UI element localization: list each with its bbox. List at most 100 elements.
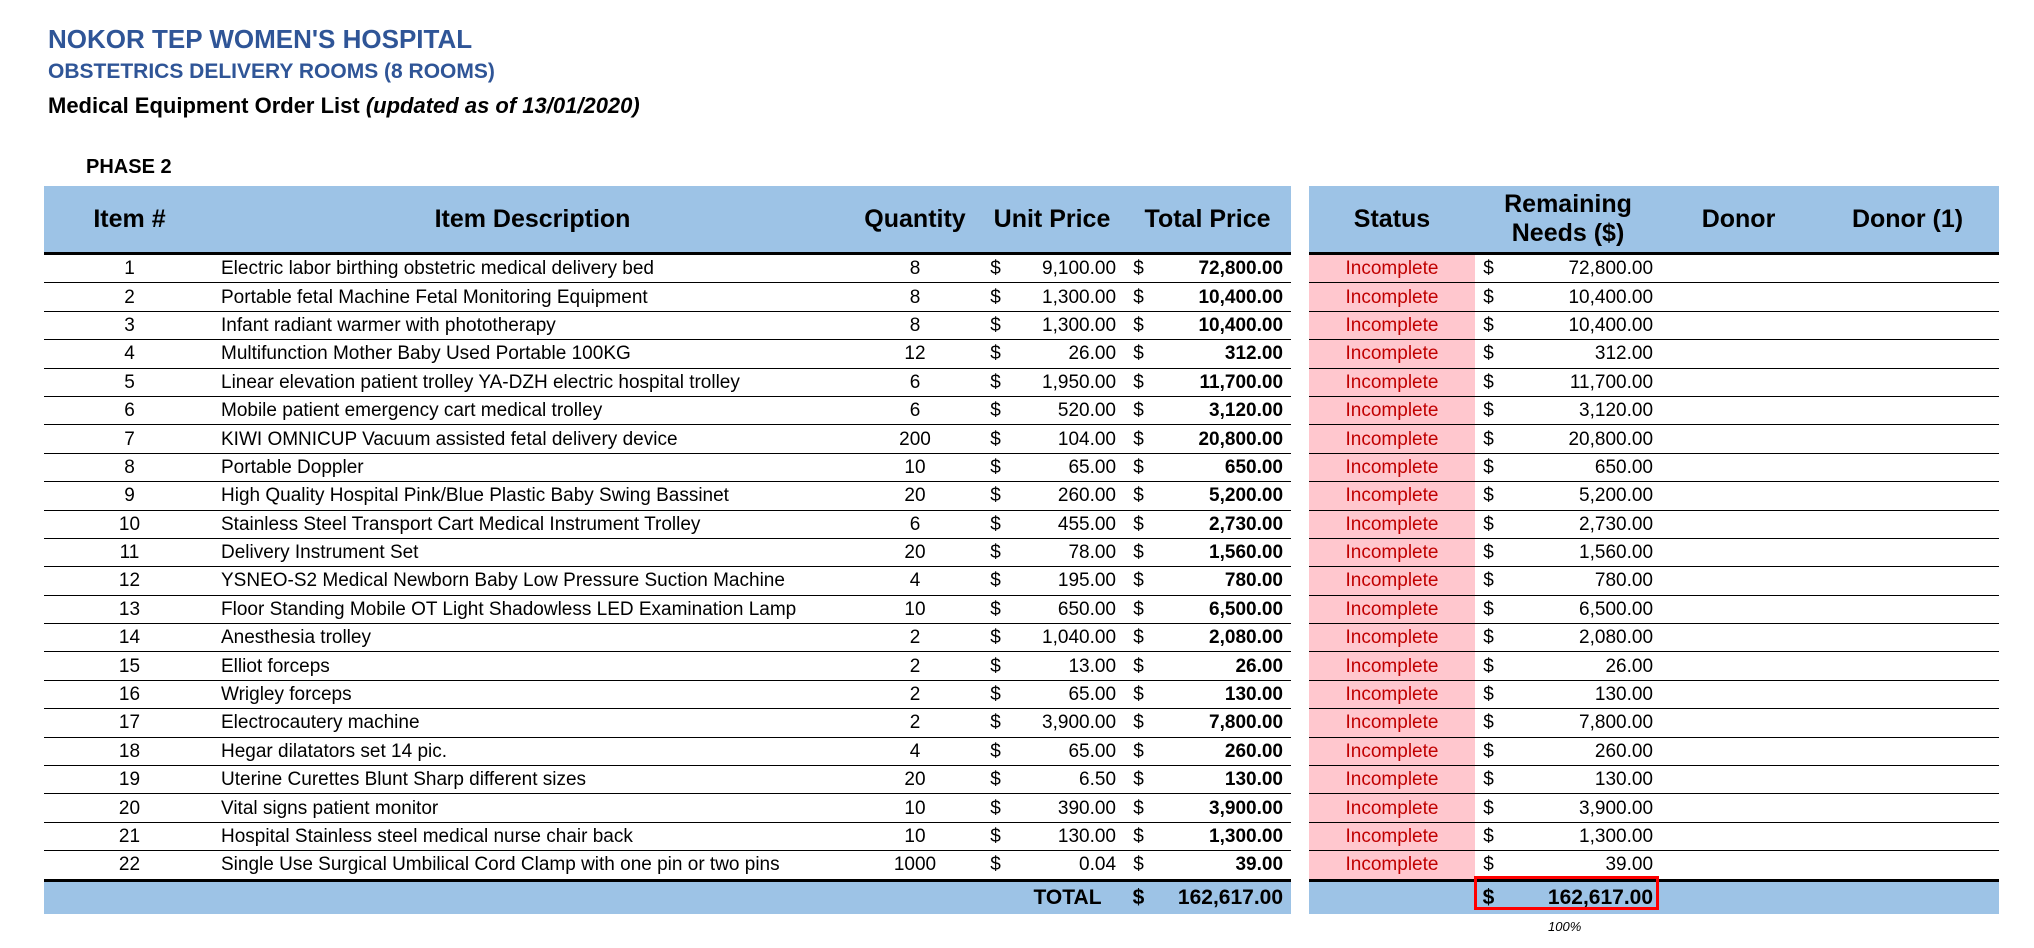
status-badge: Incomplete xyxy=(1309,737,1475,767)
total-price: 72,800.00 xyxy=(1153,253,1292,284)
item-quantity: 8 xyxy=(850,311,980,341)
donor-cell xyxy=(1661,566,1817,596)
remaining-currency: $ xyxy=(1475,253,1502,284)
order-total-row: TOTAL $ 162,617.00 xyxy=(44,878,1292,914)
donor1-cell xyxy=(1816,538,2000,568)
status-badge: Incomplete xyxy=(1309,368,1475,397)
total-currency: $ xyxy=(1124,680,1154,710)
remaining-currency: $ xyxy=(1475,822,1502,852)
unit-price: 130.00 xyxy=(1011,822,1125,852)
remaining-needs: 2,080.00 xyxy=(1502,623,1662,653)
total-currency: $ xyxy=(1124,481,1154,511)
status-row: Incomplete $2,080.00 xyxy=(1309,623,2000,653)
item-quantity: 2 xyxy=(850,651,980,681)
item-number: 13 xyxy=(44,595,215,625)
status-badge: Incomplete xyxy=(1309,708,1475,738)
donor1-cell xyxy=(1816,481,2000,511)
col-remaining-needs: Remaining Needs ($) xyxy=(1475,186,1662,255)
col-quantity: Quantity xyxy=(850,186,980,255)
donor1-cell xyxy=(1816,595,2000,625)
remaining-currency: $ xyxy=(1475,481,1502,511)
donor1-cell xyxy=(1816,510,2000,539)
donor1-cell xyxy=(1816,424,2000,454)
unit-price: 390.00 xyxy=(1011,793,1125,823)
status-badge: Incomplete xyxy=(1309,282,1475,312)
item-number: 19 xyxy=(44,765,215,795)
remaining-needs: 2,730.00 xyxy=(1502,510,1662,539)
status-row: Incomplete $1,300.00 xyxy=(1309,822,2000,852)
item-number: 6 xyxy=(44,396,215,426)
item-quantity: 20 xyxy=(850,765,980,795)
item-description: KIWI OMNICUP Vacuum assisted fetal deliv… xyxy=(215,424,850,454)
total-price: 39.00 xyxy=(1153,850,1292,881)
table-row: 22 Single Use Surgical Umbilical Cord Cla… xyxy=(44,850,1292,881)
status-badge: Incomplete xyxy=(1309,510,1475,539)
donor-cell xyxy=(1661,793,1817,823)
status-row: Incomplete $3,900.00 xyxy=(1309,793,2000,823)
status-badge: Incomplete xyxy=(1309,311,1475,341)
total-currency: $ xyxy=(1124,282,1154,312)
department-subtitle: OBSTETRICS DELIVERY ROOMS (8 ROOMS) xyxy=(48,60,495,83)
unit-currency: $ xyxy=(980,368,1011,397)
donor-cell xyxy=(1661,311,1817,341)
status-row: Incomplete $130.00 xyxy=(1309,765,2000,795)
unit-currency: $ xyxy=(980,481,1011,511)
total-price: 2,730.00 xyxy=(1153,510,1292,539)
donor-cell xyxy=(1661,339,1817,369)
total-price: 10,400.00 xyxy=(1153,282,1292,312)
item-quantity: 12 xyxy=(850,339,980,369)
unit-price: 1,950.00 xyxy=(1011,368,1125,397)
table-row: 10 Stainless Steel Transport Cart Medical… xyxy=(44,510,1292,539)
donor-cell xyxy=(1661,538,1817,568)
item-number: 11 xyxy=(44,538,215,568)
remaining-needs: 780.00 xyxy=(1502,566,1662,596)
unit-currency: $ xyxy=(980,311,1011,341)
total-currency: $ xyxy=(1124,850,1154,881)
item-description: Anesthesia trolley xyxy=(215,623,850,653)
donor-cell xyxy=(1661,765,1817,795)
total-currency: $ xyxy=(1124,595,1154,625)
item-description: Uterine Curettes Blunt Sharp different s… xyxy=(215,765,850,795)
status-row: Incomplete $780.00 xyxy=(1309,566,2000,596)
remaining-currency: $ xyxy=(1475,765,1502,795)
total-price: 6,500.00 xyxy=(1153,595,1292,625)
status-row: Incomplete $10,400.00 xyxy=(1309,282,2000,312)
total-currency: $ xyxy=(1124,708,1154,738)
unit-currency: $ xyxy=(980,708,1011,738)
remaining-currency: $ xyxy=(1475,708,1502,738)
remaining-needs: 1,300.00 xyxy=(1502,822,1662,852)
item-number: 10 xyxy=(44,510,215,539)
donor1-cell xyxy=(1816,623,2000,653)
item-quantity: 6 xyxy=(850,368,980,397)
item-number: 9 xyxy=(44,481,215,511)
total-currency: $ xyxy=(1124,311,1154,341)
status-table-header: Status Remaining Needs ($) Donor Donor (1… xyxy=(1309,186,2000,255)
remaining-needs: 6,500.00 xyxy=(1502,595,1662,625)
item-description: Single Use Surgical Umbilical Cord Clamp… xyxy=(215,850,850,881)
remaining-currency: $ xyxy=(1475,311,1502,341)
total-price: 11,700.00 xyxy=(1153,368,1292,397)
total-price: 10,400.00 xyxy=(1153,311,1292,341)
donor1-cell xyxy=(1816,453,2000,483)
item-quantity: 10 xyxy=(850,595,980,625)
total-currency: $ xyxy=(1124,253,1154,284)
donor1-cell xyxy=(1816,822,2000,852)
status-badge: Incomplete xyxy=(1309,850,1475,881)
remaining-currency: $ xyxy=(1475,595,1502,625)
unit-currency: $ xyxy=(980,396,1011,426)
remaining-currency: $ xyxy=(1475,368,1502,397)
table-row: 9 High Quality Hospital Pink/Blue Plastic… xyxy=(44,481,1292,511)
remaining-needs: 26.00 xyxy=(1502,651,1662,681)
status-badge: Incomplete xyxy=(1309,339,1475,369)
donor1-cell xyxy=(1816,253,2000,284)
status-row: Incomplete $10,400.00 xyxy=(1309,311,2000,341)
item-description: High Quality Hospital Pink/Blue Plastic … xyxy=(215,481,850,511)
table-row: 21 Hospital Stainless steel medical nurse… xyxy=(44,822,1292,852)
item-quantity: 10 xyxy=(850,793,980,823)
table-row: 19 Uterine Curettes Blunt Sharp different… xyxy=(44,765,1292,795)
item-quantity: 20 xyxy=(850,538,980,568)
total-price: 3,900.00 xyxy=(1153,793,1292,823)
item-quantity: 10 xyxy=(850,453,980,483)
donor1-cell xyxy=(1816,282,2000,312)
unit-price: 520.00 xyxy=(1011,396,1125,426)
